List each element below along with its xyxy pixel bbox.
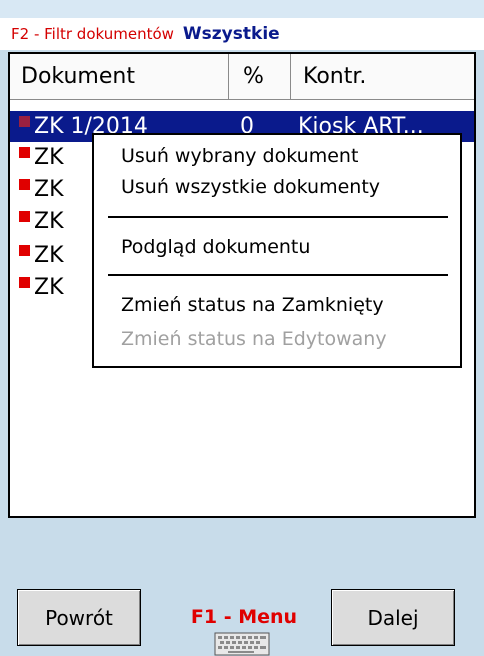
status-marker-icon (19, 179, 30, 190)
filter-value[interactable]: Wszystkie (183, 24, 280, 44)
filter-label[interactable]: F2 - Filtr dokumentów (11, 25, 174, 43)
status-marker-icon (19, 211, 30, 222)
top-strip (0, 0, 484, 18)
column-header-contractor[interactable]: Kontr. (291, 54, 474, 99)
context-menu: Usuń wybrany dokument Usuń wszystkie dok… (92, 133, 462, 368)
column-header-document[interactable]: Dokument (10, 54, 229, 99)
status-marker-icon (19, 245, 30, 256)
menu-separator (108, 274, 448, 276)
status-marker-icon (19, 277, 30, 288)
keyboard-icon[interactable] (214, 632, 270, 656)
menu-separator (108, 216, 448, 218)
menu-item-status-closed[interactable]: Zmień status na Zamknięty (121, 294, 384, 316)
menu-item-delete-all[interactable]: Usuń wszystkie dokumenty (121, 176, 380, 198)
menu-item-preview[interactable]: Podgląd dokumentu (121, 236, 310, 258)
menu-item-status-editing: Zmień status na Edytowany (121, 328, 387, 350)
next-button[interactable]: Dalej (331, 589, 455, 646)
back-button[interactable]: Powrót (17, 589, 141, 646)
list-header: Dokument % Kontr. (10, 54, 474, 100)
footer: Powrót F1 - Menu Dalej (0, 520, 484, 656)
status-marker-icon (19, 147, 30, 158)
column-header-percent[interactable]: % (229, 54, 291, 99)
status-marker-icon (19, 116, 30, 127)
f1-menu-label[interactable]: F1 - Menu (186, 606, 302, 628)
menu-item-delete-selected[interactable]: Usuń wybrany dokument (121, 145, 358, 167)
filter-bar[interactable]: F2 - Filtr dokumentów Wszystkie (0, 18, 484, 50)
